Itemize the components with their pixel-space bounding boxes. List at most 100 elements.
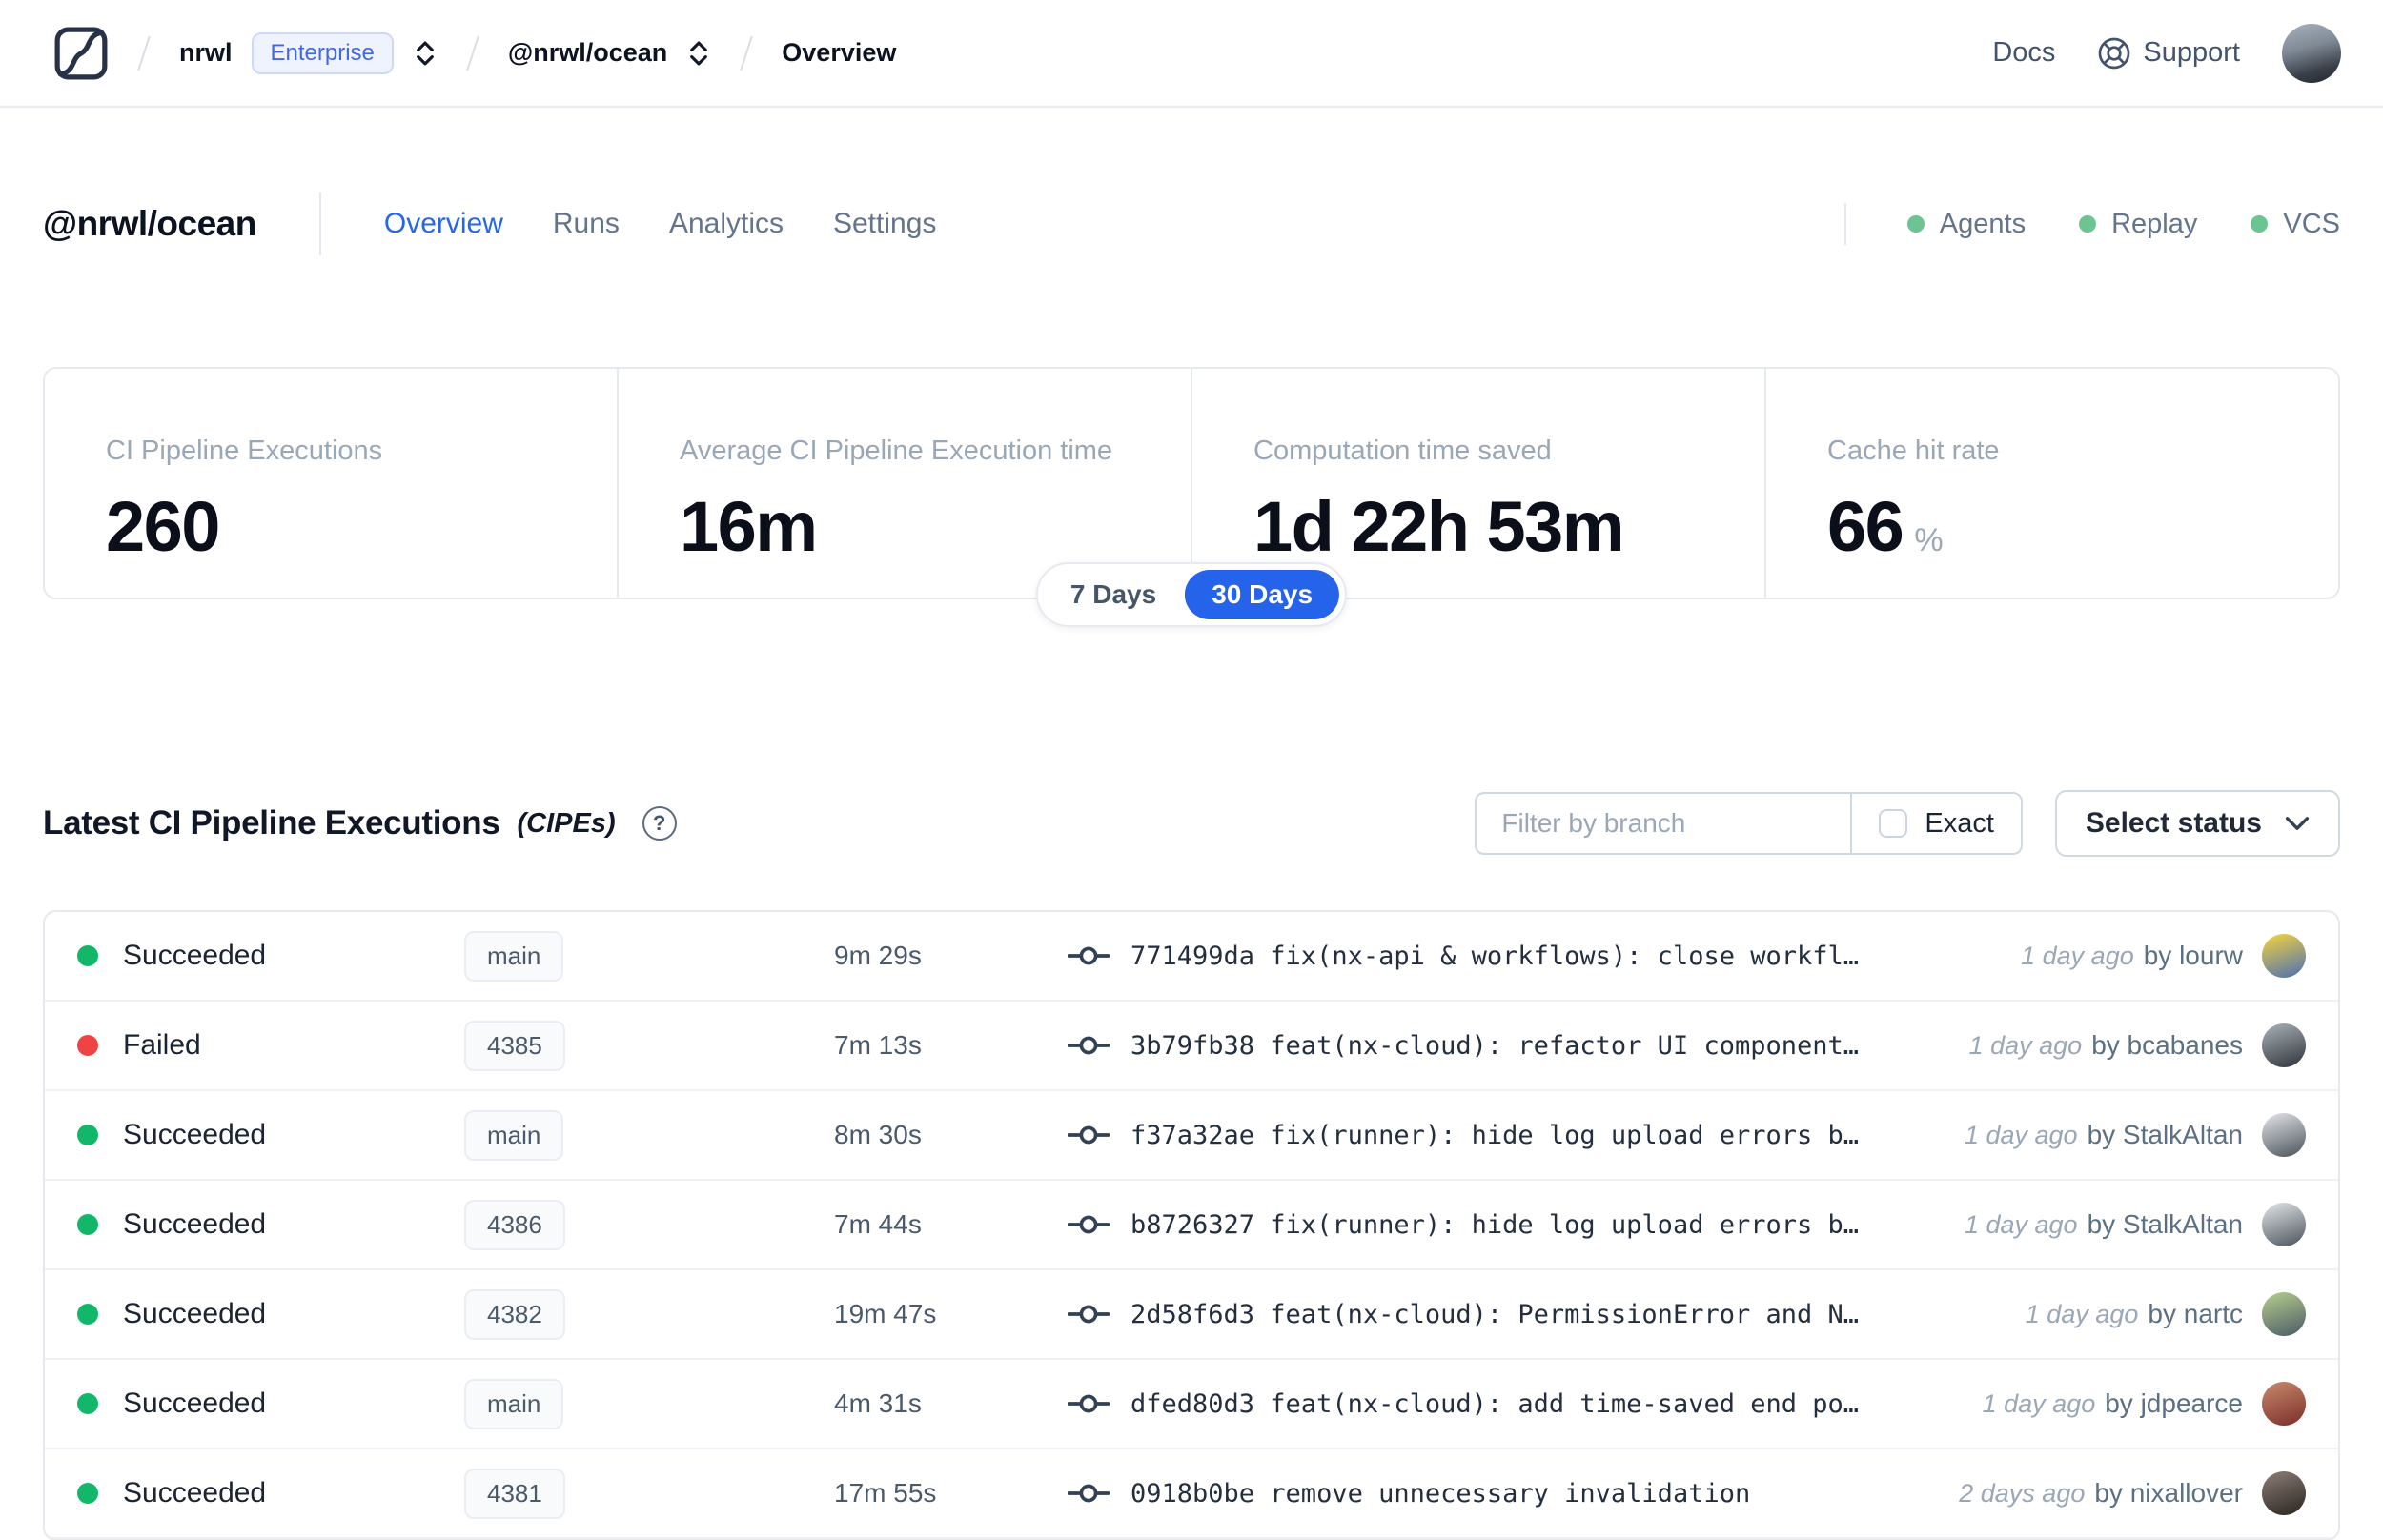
duration: 17m 55s	[834, 1478, 937, 1508]
commit-cell: b8726327 fix(runner): hide log upload er…	[1068, 1210, 1942, 1240]
tab-runs[interactable]: Runs	[553, 208, 620, 240]
workspace-tabs: Overview Runs Analytics Settings	[384, 208, 937, 240]
branch-badge[interactable]: main	[464, 1378, 564, 1429]
indicator-agents[interactable]: Agents	[1906, 209, 2026, 240]
green-dot-icon	[2079, 215, 2097, 233]
author-avatar[interactable]	[2262, 1471, 2306, 1515]
branch-badge[interactable]: main	[464, 930, 564, 982]
status-label: Succeeded	[123, 1119, 267, 1150]
duration: 8m 30s	[834, 1120, 922, 1149]
branch-cell: 4385	[464, 1020, 834, 1071]
git-commit-icon	[1068, 1123, 1110, 1147]
commit-message[interactable]: b8726327 fix(runner): hide log upload er…	[1130, 1210, 1859, 1240]
status-label: Succeeded	[123, 940, 267, 971]
range-7-days[interactable]: 7 Days	[1044, 570, 1183, 619]
commit-message[interactable]: 2d58f6d3 feat(nx-cloud): PermissionError…	[1130, 1300, 1859, 1329]
status-cell: Succeeded	[77, 1477, 464, 1510]
git-commit-icon	[1068, 1212, 1110, 1237]
commit-message[interactable]: dfed80d3 feat(nx-cloud): add time-saved …	[1130, 1389, 1859, 1419]
tab-analytics[interactable]: Analytics	[669, 208, 784, 240]
duration: 7m 44s	[834, 1209, 922, 1239]
branch-cell: 4382	[464, 1288, 834, 1340]
breadcrumb-separator	[466, 35, 479, 71]
stats-cards: CI Pipeline Executions 260 Average CI Pi…	[43, 367, 2340, 627]
duration: 9m 29s	[834, 941, 922, 970]
chevron-down-icon	[2285, 816, 2310, 831]
stat-value: 1d 22h 53m	[1253, 487, 1625, 566]
stat-value: 16m	[680, 487, 818, 566]
time-ago: 1 day ago	[2021, 941, 2134, 970]
cipe-section-header: Latest CI Pipeline Executions (CIPEs) ? …	[43, 790, 2340, 857]
branch-badge[interactable]: main	[464, 1109, 564, 1161]
commit-cell: 3b79fb38 feat(nx-cloud): refactor UI com…	[1068, 1031, 1946, 1061]
commit-message[interactable]: 0918b0be remove unnecessary invalidation	[1130, 1479, 1750, 1509]
tab-settings[interactable]: Settings	[833, 208, 936, 240]
docs-link[interactable]: Docs	[1992, 37, 2055, 69]
stat-card-executions: CI Pipeline Executions 260	[106, 436, 383, 566]
commit-message[interactable]: 3b79fb38 feat(nx-cloud): refactor UI com…	[1130, 1031, 1859, 1061]
status-dot-icon	[77, 1393, 98, 1414]
org-switcher-icon[interactable]	[413, 37, 438, 70]
cipe-row[interactable]: Succeeded 4386 7m 44s b8726327 fix(runne…	[45, 1181, 2338, 1270]
tab-overview[interactable]: Overview	[384, 208, 503, 240]
time-ago: 1 day ago	[2025, 1299, 2139, 1328]
author-avatar[interactable]	[2262, 1203, 2306, 1246]
author-avatar[interactable]	[2262, 1023, 2306, 1067]
cipe-row[interactable]: Succeeded main 4m 31s dfed80d3 feat(nx-c…	[45, 1360, 2338, 1449]
branch-filter-input[interactable]	[1477, 794, 1851, 853]
status-cell: Succeeded	[77, 1208, 464, 1241]
branch-badge[interactable]: 4386	[464, 1199, 565, 1250]
author-avatar[interactable]	[2262, 1292, 2306, 1336]
branch-cell: 4386	[464, 1199, 834, 1250]
author: by bcabanes	[2091, 1030, 2243, 1060]
author-avatar[interactable]	[2262, 1113, 2306, 1157]
nx-cloud-logo-icon[interactable]	[53, 26, 109, 81]
time-ago: 1 day ago	[1964, 1120, 2078, 1149]
meta-cell: 2 days ago by nixallover	[1959, 1471, 2306, 1515]
meta-cell: 1 day ago by lourw	[2021, 934, 2306, 978]
lifebuoy-icon	[2097, 36, 2131, 71]
status-dot-icon	[77, 1304, 98, 1325]
author: by StalkAltan	[2087, 1209, 2243, 1239]
author-avatar[interactable]	[2262, 934, 2306, 978]
user-avatar[interactable]	[2282, 23, 2341, 83]
branch-filter-group: Exact	[1475, 792, 2023, 855]
support-link[interactable]: Support	[2097, 36, 2240, 71]
duration: 7m 13s	[834, 1030, 922, 1060]
cipe-row[interactable]: Succeeded 4382 19m 47s 2d58f6d3 feat(nx-…	[45, 1270, 2338, 1360]
cipe-row[interactable]: Succeeded main 9m 29s 771499da fix(nx-ap…	[45, 912, 2338, 1002]
indicator-replay[interactable]: Replay	[2079, 209, 2197, 240]
branch-badge[interactable]: 4381	[464, 1468, 565, 1519]
cipe-row[interactable]: Succeeded 4381 17m 55s 0918b0be remove u…	[45, 1449, 2338, 1539]
cipe-table: Succeeded main 9m 29s 771499da fix(nx-ap…	[43, 910, 2340, 1540]
exact-toggle[interactable]: Exact	[1850, 794, 2021, 853]
cipe-row[interactable]: Failed 4385 7m 13s 3b79fb38 feat(nx-clou…	[45, 1002, 2338, 1091]
breadcrumb-workspace[interactable]: @nrwl/ocean	[508, 38, 667, 68]
branch-badge[interactable]: 4385	[464, 1020, 565, 1071]
cipe-row[interactable]: Succeeded main 8m 30s f37a32ae fix(runne…	[45, 1091, 2338, 1181]
select-status-button[interactable]: Select status	[2054, 790, 2340, 857]
commit-message[interactable]: f37a32ae fix(runner): hide log upload er…	[1130, 1121, 1859, 1150]
indicator-vcs[interactable]: VCS	[2251, 209, 2340, 240]
top-navbar: nrwl Enterprise @nrwl/ocean Overview Doc…	[0, 0, 2383, 108]
range-30-days[interactable]: 30 Days	[1185, 570, 1340, 619]
git-commit-icon	[1068, 943, 1110, 968]
branch-cell: main	[464, 930, 834, 982]
author-avatar[interactable]	[2262, 1382, 2306, 1426]
branch-cell: main	[464, 1378, 834, 1429]
exact-checkbox[interactable]	[1879, 809, 1908, 838]
stat-card-cache-hit: Cache hit rate 66 %	[1764, 369, 2338, 598]
status-label: Succeeded	[123, 1208, 267, 1240]
branch-cell: 4381	[464, 1468, 834, 1519]
status-dot-icon	[77, 945, 98, 966]
git-commit-icon	[1068, 1481, 1110, 1506]
branch-badge[interactable]: 4382	[464, 1288, 565, 1340]
breadcrumb-org[interactable]: nrwl	[179, 38, 233, 68]
workspace-switcher-icon[interactable]	[686, 37, 711, 70]
commit-cell: f37a32ae fix(runner): hide log upload er…	[1068, 1121, 1942, 1150]
commit-message[interactable]: 771499da fix(nx-api & workflows): close …	[1130, 942, 1859, 971]
git-commit-icon	[1068, 1302, 1110, 1327]
help-icon[interactable]: ?	[642, 806, 677, 841]
author: by StalkAltan	[2087, 1120, 2243, 1149]
time-ago: 1 day ago	[1982, 1388, 2096, 1418]
